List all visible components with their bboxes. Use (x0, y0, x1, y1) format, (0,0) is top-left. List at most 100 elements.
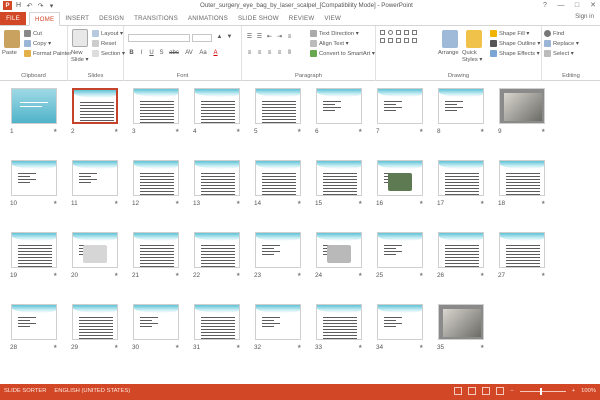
normal-view-icon[interactable] (454, 387, 463, 395)
slide-thumbnail[interactable] (72, 232, 118, 268)
slide-transition-icon[interactable]: ★ (358, 200, 362, 206)
shape-effects-button[interactable]: Shape Effects ▾ (490, 50, 540, 57)
slide-transition-icon[interactable]: ★ (114, 344, 118, 350)
shadow-button[interactable]: S (158, 50, 165, 57)
cut-button[interactable]: Cut (24, 30, 42, 37)
change-case-button[interactable]: Aa (198, 50, 208, 57)
font-color-button[interactable]: A (212, 50, 219, 57)
slide-thumbnail[interactable] (11, 88, 57, 124)
paste-button[interactable]: Paste (2, 50, 17, 56)
slide-transition-icon[interactable]: ★ (480, 344, 484, 350)
shapes-gallery[interactable] (380, 30, 432, 64)
slide-thumbnail[interactable] (133, 88, 179, 124)
reset-button[interactable]: Reset (92, 40, 116, 47)
slide-transition-icon[interactable]: ★ (297, 272, 301, 278)
shape-fill-button[interactable]: Shape Fill ▾ (490, 30, 529, 37)
line-shape-icon[interactable] (404, 30, 409, 35)
minimize-button[interactable]: — (556, 1, 566, 10)
columns-icon[interactable]: ⫴ (286, 50, 293, 57)
slide-transition-icon[interactable]: ★ (53, 200, 57, 206)
align-center-icon[interactable]: ≡ (256, 50, 263, 57)
language-status[interactable]: ENGLISH (UNITED STATES) (54, 388, 130, 394)
arrow-shape-icon[interactable] (412, 30, 417, 35)
find-button[interactable]: Find (544, 30, 564, 37)
zoom-out-button[interactable]: − (510, 388, 513, 394)
slide-transition-icon[interactable]: ★ (114, 128, 118, 134)
slide-transition-icon[interactable]: ★ (297, 344, 301, 350)
slide-transition-icon[interactable]: ★ (419, 272, 423, 278)
slide-thumbnail[interactable] (377, 88, 423, 124)
justify-icon[interactable]: ≡ (276, 50, 283, 57)
reading-view-icon[interactable] (482, 387, 491, 395)
align-left-icon[interactable]: ≡ (246, 50, 253, 57)
slide-transition-icon[interactable]: ★ (297, 200, 301, 206)
slide-thumbnail[interactable] (11, 304, 57, 340)
sign-in-link[interactable]: Sign in (575, 13, 594, 20)
quick-styles-button[interactable]: Quick Styles ▾ (462, 50, 486, 64)
slide-sorter-view-icon[interactable] (468, 387, 477, 395)
text-direction-button[interactable]: Text Direction ▾ (310, 30, 359, 37)
tab-transitions[interactable]: TRANSITIONS (129, 12, 183, 25)
help-button[interactable]: ? (540, 1, 550, 10)
decrease-font-icon[interactable]: ▼ (226, 34, 233, 41)
slide-transition-icon[interactable]: ★ (175, 272, 179, 278)
close-button[interactable]: ✕ (588, 1, 598, 10)
slide-transition-icon[interactable]: ★ (419, 344, 423, 350)
slide-thumbnail[interactable] (11, 232, 57, 268)
slide-transition-icon[interactable]: ★ (419, 128, 423, 134)
oval-shape-icon[interactable] (388, 30, 393, 35)
copy-button[interactable]: Copy ▾ (24, 40, 51, 47)
tab-animations[interactable]: ANIMATIONS (183, 12, 233, 25)
redo-button[interactable]: ↷ (36, 1, 45, 10)
slide-thumbnail[interactable] (316, 88, 362, 124)
slide-thumbnail[interactable] (194, 160, 240, 196)
slide-transition-icon[interactable]: ★ (541, 272, 545, 278)
numbering-icon[interactable]: ☰ (256, 34, 263, 41)
tab-slide-show[interactable]: SLIDE SHOW (233, 12, 284, 25)
slide-thumbnail[interactable] (499, 160, 545, 196)
slide-thumbnail[interactable] (438, 160, 484, 196)
slide-thumbnail[interactable] (194, 232, 240, 268)
slide-thumbnail[interactable] (255, 88, 301, 124)
slide-thumbnail[interactable] (438, 88, 484, 124)
triangle-shape-icon[interactable] (380, 38, 385, 43)
tab-design[interactable]: DESIGN (94, 12, 129, 25)
tab-review[interactable]: REVIEW (284, 12, 320, 25)
slide-transition-icon[interactable]: ★ (236, 344, 240, 350)
slide-thumbnail[interactable] (11, 160, 57, 196)
slide-transition-icon[interactable]: ★ (236, 128, 240, 134)
slide-thumbnail[interactable] (194, 304, 240, 340)
italic-button[interactable]: I (138, 50, 145, 57)
slide-transition-icon[interactable]: ★ (236, 200, 240, 206)
slide-transition-icon[interactable]: ★ (114, 272, 118, 278)
slide-transition-icon[interactable]: ★ (480, 200, 484, 206)
zoom-slider-thumb[interactable] (539, 387, 542, 395)
tab-insert[interactable]: INSERT (60, 12, 94, 25)
rounded-rect-shape-icon[interactable] (396, 30, 401, 35)
save-button[interactable]: H (14, 1, 23, 10)
slide-transition-icon[interactable]: ★ (480, 128, 484, 134)
increase-font-icon[interactable]: ▲ (216, 34, 223, 41)
slide-transition-icon[interactable]: ★ (175, 344, 179, 350)
slide-transition-icon[interactable]: ★ (175, 128, 179, 134)
bold-button[interactable]: B (128, 50, 135, 57)
section-button[interactable]: Section ▾ (92, 50, 125, 57)
layout-button[interactable]: Layout ▾ (92, 30, 123, 37)
slide-transition-icon[interactable]: ★ (541, 128, 545, 134)
customize-qat-button[interactable]: ▾ (47, 1, 56, 10)
slide-transition-icon[interactable]: ★ (358, 128, 362, 134)
new-slide-button[interactable]: New Slide ▾ (71, 50, 91, 64)
star-shape-icon[interactable] (388, 38, 393, 43)
slide-thumbnail[interactable] (499, 232, 545, 268)
zoom-slider[interactable] (519, 387, 566, 395)
font-name-combobox[interactable] (128, 34, 190, 42)
convert-smartart-button[interactable]: Convert to SmartArt ▾ (310, 50, 375, 57)
slide-thumbnail[interactable] (377, 232, 423, 268)
textbox-shape-icon[interactable] (412, 38, 417, 43)
tab-file[interactable]: FILE (0, 12, 26, 25)
slide-thumbnail[interactable] (255, 232, 301, 268)
replace-button[interactable]: Replace ▾ (544, 40, 579, 47)
slide-thumbnail[interactable] (438, 304, 484, 340)
brace-shape-icon[interactable] (404, 38, 409, 43)
slide-thumbnail[interactable] (72, 160, 118, 196)
